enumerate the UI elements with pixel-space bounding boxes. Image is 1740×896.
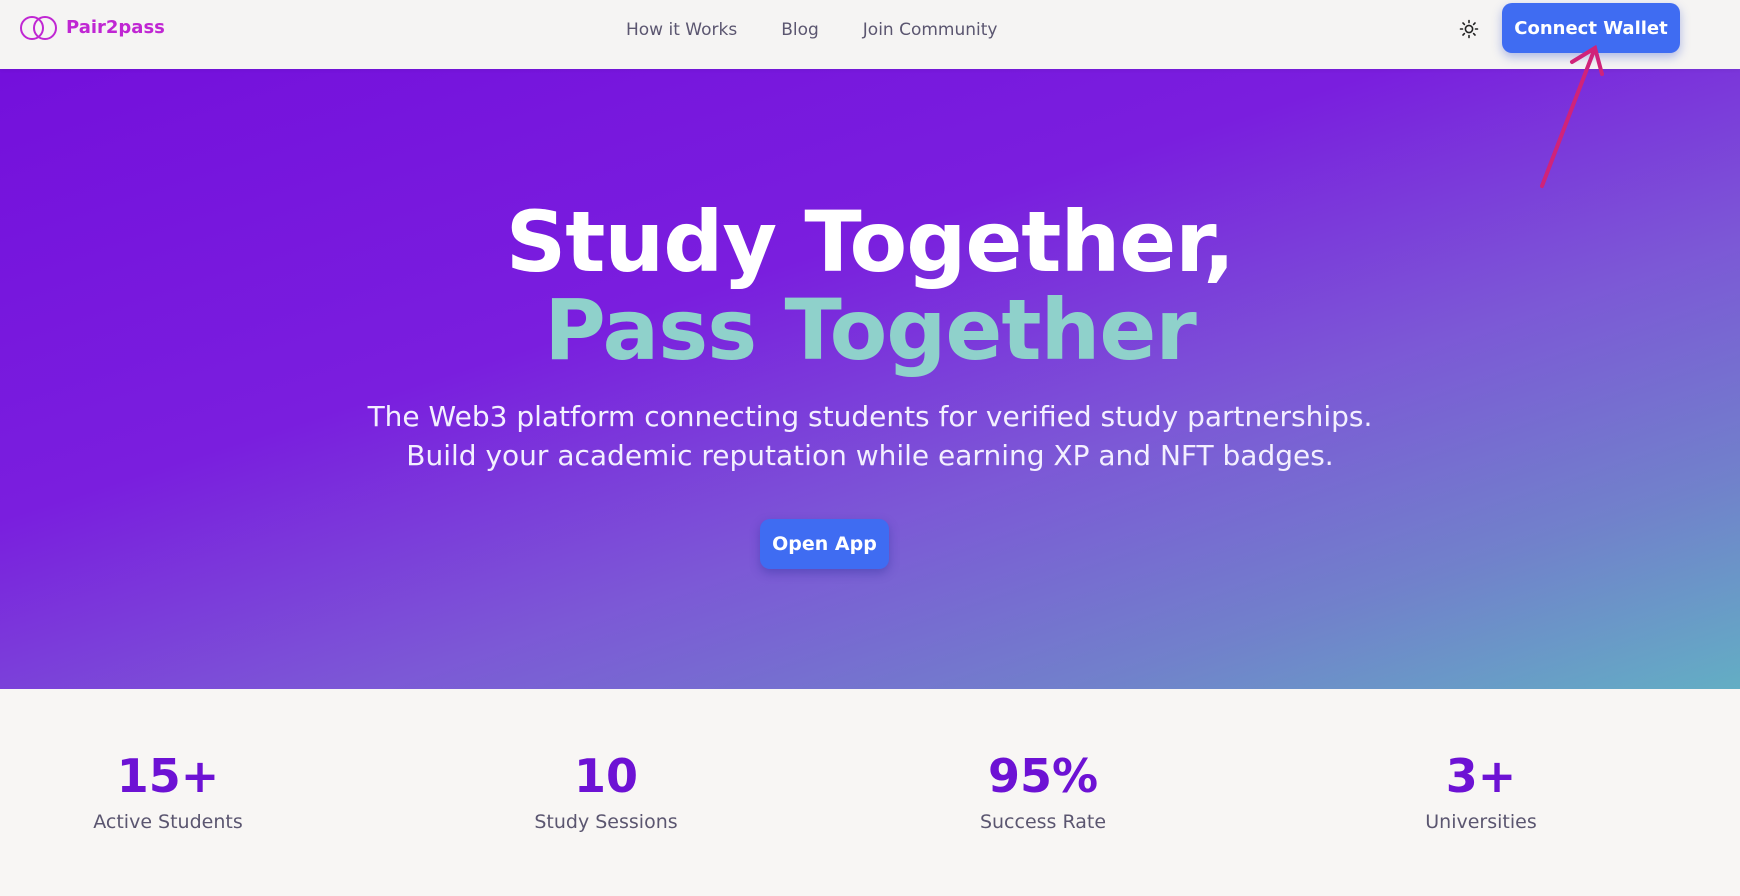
nav-join-community[interactable]: Join Community: [863, 20, 998, 40]
stat-label: Universities: [1425, 811, 1537, 833]
hero-subtitle-line2: Build your academic reputation while ear…: [406, 439, 1334, 472]
stat-study-sessions: 10 Study Sessions: [456, 753, 756, 833]
stat-label: Study Sessions: [534, 811, 678, 833]
stat-label: Success Rate: [979, 811, 1107, 833]
stat-label: Active Students: [93, 811, 243, 833]
logo-rings-icon: [20, 16, 57, 40]
top-navbar: Pair2pass How it Works Blog Join Communi…: [0, 0, 1740, 69]
nav-how-it-works[interactable]: How it Works: [626, 20, 737, 40]
stat-value: 95%: [987, 749, 1099, 803]
stat-value: 10: [573, 749, 638, 803]
connect-wallet-button[interactable]: Connect Wallet: [1502, 3, 1680, 53]
stats-section: 15+ Active Students 10 Study Sessions 95…: [0, 689, 1740, 896]
stat-value: 15+: [116, 749, 220, 803]
stat-active-students: 15+ Active Students: [18, 753, 318, 833]
brand-logo[interactable]: Pair2pass: [18, 12, 165, 42]
hero-section: Study Together, Pass Together The Web3 p…: [0, 69, 1740, 689]
stat-universities: 3+ Universities: [1331, 753, 1631, 833]
hero-title-line1: Study Together,: [505, 193, 1235, 291]
hero-title-line2: Pass Together: [544, 281, 1197, 379]
brand-name: Pair2pass: [66, 16, 165, 38]
open-app-button[interactable]: Open App: [760, 519, 889, 569]
main-nav: How it Works Blog Join Community: [626, 18, 998, 42]
stat-success-rate: 95% Success Rate: [893, 753, 1193, 833]
hero-subtitle-line1: The Web3 platform connecting students fo…: [367, 400, 1373, 433]
stat-value: 3+: [1445, 749, 1517, 803]
sun-icon: [1459, 19, 1479, 39]
theme-toggle-button[interactable]: [1456, 16, 1482, 42]
nav-blog[interactable]: Blog: [781, 20, 819, 40]
